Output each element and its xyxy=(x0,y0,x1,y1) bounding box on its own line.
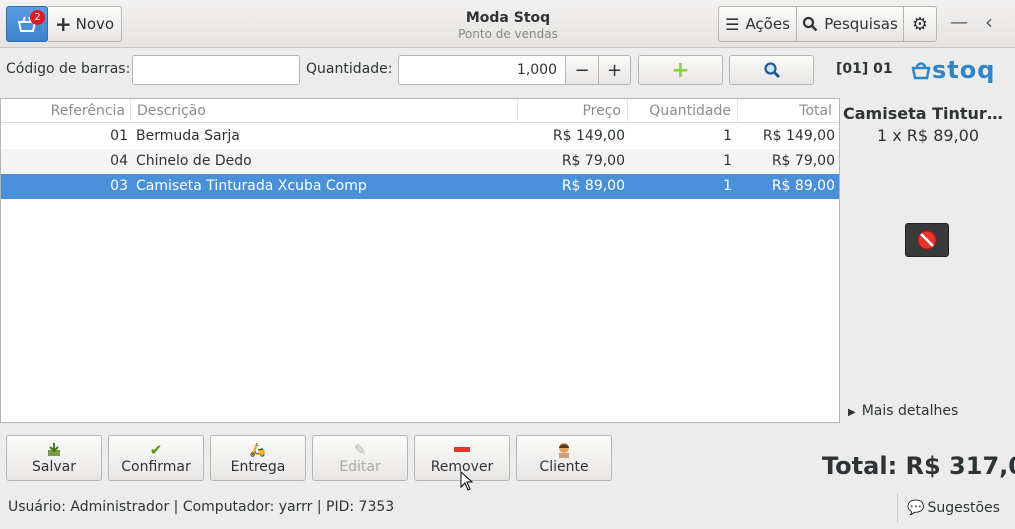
hamburger-icon: ☰ xyxy=(725,14,740,34)
client-button[interactable]: Cliente xyxy=(516,435,612,481)
selected-product-name: Camiseta Tinturada Xcuba Comp xyxy=(843,104,1013,123)
person-icon xyxy=(556,441,572,459)
edit-button[interactable]: ✎ Editar xyxy=(312,435,408,481)
back-chevron-icon[interactable]: ‹ xyxy=(985,10,993,34)
expander-arrow-icon: ▶ xyxy=(848,407,856,418)
motorcycle-icon: 🛵 xyxy=(249,442,267,458)
add-item-button[interactable]: + xyxy=(638,55,723,85)
quantity-value: 1,000 xyxy=(516,62,557,78)
selected-product-quantity: 1 x R$ 89,00 xyxy=(876,126,979,145)
header-bar: 2 + Novo Moda Stoq Ponto de vendas ☰ Açõ… xyxy=(0,0,1015,48)
searches-menu-button[interactable]: Pesquisas xyxy=(796,6,904,42)
quantity-input[interactable]: 1,000 xyxy=(398,55,566,85)
quantity-decrement-button[interactable]: − xyxy=(565,55,599,85)
quantity-increment-button[interactable]: + xyxy=(598,55,631,85)
speech-bubble-icon: 💬 xyxy=(907,500,925,516)
new-sale-button[interactable]: + Novo xyxy=(48,6,122,42)
new-sale-label: Novo xyxy=(75,15,115,33)
column-header-reference[interactable]: Referência xyxy=(1,99,131,123)
suggestions-label: Sugestões xyxy=(927,500,1000,516)
cell-price: R$ 89,00 xyxy=(561,178,625,194)
window-title-block: Moda Stoq Ponto de vendas xyxy=(408,10,608,41)
barcode-label: Código de barras: xyxy=(6,61,131,77)
search-product-button[interactable] xyxy=(729,55,814,85)
add-plus-icon: + xyxy=(671,57,690,83)
stoq-logo: stoq xyxy=(910,56,995,84)
quantity-label: Quantidade: xyxy=(306,61,393,77)
stoq-bag-icon xyxy=(911,62,931,80)
pencil-icon: ✎ xyxy=(353,441,367,459)
save-icon xyxy=(46,441,62,459)
delivery-button[interactable]: 🛵 Entrega xyxy=(210,435,306,481)
cell-price: R$ 149,00 xyxy=(552,128,625,144)
mouse-cursor-icon xyxy=(460,471,474,491)
minimize-button[interactable]: — xyxy=(950,12,968,33)
client-label: Cliente xyxy=(539,459,589,475)
cart-count-badge: 2 xyxy=(30,10,45,25)
table-row[interactable]: 04 Chinelo de Dedo R$ 79,00 1 R$ 79,00 xyxy=(1,149,839,174)
cell-total: R$ 89,00 xyxy=(771,178,835,194)
magnifier-icon xyxy=(763,62,780,79)
suggestions-button[interactable]: 💬 Sugestões xyxy=(897,493,1009,523)
column-header-price[interactable]: Preço xyxy=(518,99,628,123)
searches-label: Pesquisas xyxy=(824,15,898,33)
checkmark-icon: ✔ xyxy=(149,441,163,459)
cell-total: R$ 149,00 xyxy=(762,128,835,144)
cell-reference: 04 xyxy=(110,153,128,169)
app-title: Moda Stoq xyxy=(465,10,551,26)
cell-price: R$ 79,00 xyxy=(561,153,625,169)
cart-button[interactable]: 2 xyxy=(6,6,48,42)
save-button[interactable]: Salvar xyxy=(6,435,102,481)
stoq-logo-text: stoq xyxy=(932,56,996,84)
column-header-total[interactable]: Total xyxy=(738,99,839,123)
cell-quantity: 1 xyxy=(723,153,732,169)
actions-menu-button[interactable]: ☰ Ações xyxy=(718,6,797,42)
cell-reference: 03 xyxy=(110,178,128,194)
more-details-expander[interactable]: ▶ Mais detalhes xyxy=(848,403,958,419)
cell-quantity: 1 xyxy=(723,178,732,194)
plus-icon: + xyxy=(54,12,72,36)
edit-label: Editar xyxy=(339,459,381,475)
column-header-description[interactable]: Descrição xyxy=(131,99,518,123)
table-row[interactable]: 01 Bermuda Sarja R$ 149,00 1 R$ 149,00 xyxy=(1,124,839,149)
barcode-input[interactable] xyxy=(132,55,300,85)
till-label: [01] 01 xyxy=(836,61,893,77)
sale-total: Total: R$ 317,00 xyxy=(822,452,1015,480)
more-details-label: Mais detalhes xyxy=(861,403,959,419)
app-subtitle: Ponto de vendas xyxy=(458,27,558,41)
settings-button[interactable]: ⚙ xyxy=(903,6,937,42)
cancel-icon xyxy=(917,230,937,250)
table-header: Referência Descrição Preço Quantidade To… xyxy=(1,99,839,123)
minus-icon xyxy=(454,441,470,459)
search-icon xyxy=(803,16,818,32)
confirm-button[interactable]: ✔ Confirmar xyxy=(108,435,204,481)
sale-items-table: Referência Descrição Preço Quantidade To… xyxy=(0,98,840,423)
table-row-selected[interactable]: 03 Camiseta Tinturada Xcuba Comp R$ 89,0… xyxy=(1,174,839,199)
cell-total: R$ 79,00 xyxy=(771,153,835,169)
delivery-label: Entrega xyxy=(230,459,286,475)
save-label: Salvar xyxy=(32,459,76,475)
gear-icon: ⚙ xyxy=(911,13,929,35)
cell-description: Chinelo de Dedo xyxy=(136,153,252,169)
cell-quantity: 1 xyxy=(723,128,732,144)
cell-description: Bermuda Sarja xyxy=(136,128,240,144)
status-bar-text: Usuário: Administrador | Computador: yar… xyxy=(8,499,395,515)
cell-description: Camiseta Tinturada Xcuba Comp xyxy=(136,178,367,194)
cell-reference: 01 xyxy=(110,128,128,144)
column-header-quantity[interactable]: Quantidade xyxy=(628,99,738,123)
confirm-label: Confirmar xyxy=(121,459,191,475)
remove-selected-button[interactable] xyxy=(905,223,949,257)
actions-label: Ações xyxy=(745,15,790,33)
